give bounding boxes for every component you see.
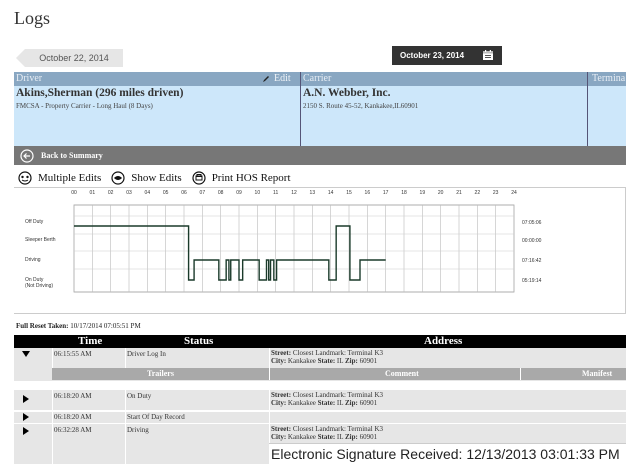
log-toolbar: Multiple Edits Show Edits Print HOS Repo… [18,168,301,188]
multiple-edits-icon [18,171,32,185]
row-street: Street: Closest Landmark: Terminal K3 [271,391,384,399]
expand-arrow-icon[interactable] [23,427,29,435]
hour-tick-label: 16 [364,190,371,196]
carrier-name: A.N. Webber, Inc. [303,87,391,99]
edit-driver-link[interactable]: Edit [262,73,291,84]
row-status: Driving [127,426,149,434]
row-time: 06:15:55 AM [54,350,92,358]
hour-tick-label: 09 [236,190,242,196]
hour-tick-label: 03 [126,190,132,196]
full-reset: Full Reset Taken: 10/17/2014 07:05:51 PM [16,322,141,330]
hour-tick-label: 17 [382,190,389,196]
show-edits-button[interactable]: Show Edits [111,171,182,185]
print-hos-label: Print HOS Report [211,172,291,184]
hos-graph [73,204,515,293]
hour-tick-label: 18 [401,190,407,196]
current-date-selector[interactable]: October 23, 2014 [392,46,502,65]
hour-tick-label: 04 [144,190,151,196]
log-table-header: Time Status Address [14,335,626,348]
info-header: Driver Carrier Termina [14,72,626,86]
hour-tick-label: 13 [309,190,316,196]
status-total-label: 07:05:06 [522,220,542,226]
status-row-label: On Duty (Not Driving) [25,277,54,289]
status-row-label: Sleeper Berth [25,237,56,243]
terminal-header: Termina [592,73,626,84]
multiple-edits-label: Multiple Edits [38,172,102,184]
back-arrow-icon[interactable] [20,149,34,163]
print-hos-button[interactable]: Print HOS Report [192,171,291,185]
status-header: Status [184,335,214,347]
multiple-edits-button[interactable]: Multiple Edits [18,171,101,185]
hour-tick-label: 21 [456,190,462,196]
show-edits-icon [111,171,125,185]
row-city: City: Kankakee State: IL Zip: 60901 [271,433,378,441]
address-header: Address [424,335,463,347]
hour-tick-label: 11 [273,190,279,196]
row-time: 06:18:20 AM [54,413,92,421]
hour-tick-label: 02 [107,190,114,196]
table-row[interactable]: 06:18:20 AM Start Of Day Record [14,412,626,423]
hour-tick-label: 00 [71,190,77,196]
table-row[interactable]: 06:18:20 AM On Duty Street: Closest Land… [14,390,626,410]
hour-tick-label: 10 [254,190,261,196]
row-city: City: Kankakee State: IL Zip: 60901 [271,399,378,407]
comment-header: Comment [385,369,419,378]
row-status: Driver Log In [127,350,166,358]
previous-date-label: October 22, 2014 [39,53,109,63]
hour-tick-label: 23 [492,190,499,196]
status-row-label: Off Duty [25,219,44,225]
hour-tick-label: 08 [217,190,224,196]
row-time: 06:32:28 AM [54,426,92,434]
carrier-header: Carrier [303,73,332,84]
hour-tick-label: 24 [511,190,517,196]
status-total-label: 05:19:14 [522,278,542,284]
current-date-label: October 23, 2014 [400,51,465,60]
hour-tick-label: 20 [437,190,444,196]
show-edits-label: Show Edits [131,172,182,184]
back-to-summary-link[interactable]: Back to Summary [41,151,103,160]
page-title: Logs [14,8,50,28]
full-reset-label: Full Reset Taken: [16,322,69,330]
back-bar: Back to Summary [14,146,626,165]
row-street: Street: Closest Landmark: Terminal K3 [271,349,384,357]
hour-tick-label: 14 [327,190,334,196]
column-divider [587,72,588,146]
hour-tick-label: 12 [291,190,297,196]
status-row-label: Driving [25,257,41,263]
column-divider [300,72,301,146]
time-header: Time [78,335,103,347]
row-time: 06:18:20 AM [54,392,92,400]
expand-arrow-icon[interactable] [23,413,29,421]
previous-date-button[interactable]: October 22, 2014 [16,49,123,67]
table-row[interactable]: 06:15:55 AM Driver Log In Street: Closes… [14,348,626,381]
hour-tick-label: 01 [89,190,96,196]
hour-tick-label: 07 [199,190,206,196]
manifest-header: Manifest [582,369,613,378]
pencil-icon [263,75,269,82]
trailers-header: Trailers [147,369,174,378]
status-total-label: 07:16:42 [522,258,542,264]
printer-icon [192,171,206,185]
row-street: Street: Closest Landmark: Terminal K3 [271,425,384,433]
row-detail-header: Trailers Comment Manifest [52,368,626,380]
row-city: City: Kankakee State: IL Zip: 60901 [271,357,378,365]
hour-tick-label: 22 [474,190,481,196]
hour-tick-label: 19 [419,190,426,196]
calendar-icon[interactable] [482,49,494,61]
carrier-address: 2150 S. Route 45-52, Kankakee,IL60901 [303,102,419,110]
hour-tick-label: 06 [181,190,187,196]
driver-detail: FMCSA - Property Carrier - Long Haul (8 … [16,102,153,110]
driver-header: Driver [16,73,43,84]
status-total-label: 00:00:00 [522,238,542,244]
full-reset-value: 10/17/2014 07:05:51 PM [70,322,141,330]
hour-tick-label: 15 [346,190,352,196]
row-status: On Duty [127,392,152,400]
hour-tick-label: 05 [162,190,169,196]
row-status: Start Of Day Record [127,413,185,421]
driver-name: Akins,Sherman (296 miles driven) [16,87,184,99]
expand-arrow-icon[interactable] [23,395,29,403]
edit-label: Edit [274,73,291,84]
collapse-arrow-icon[interactable] [22,351,30,357]
electronic-signature: Electronic Signature Received: 12/13/201… [269,443,626,464]
